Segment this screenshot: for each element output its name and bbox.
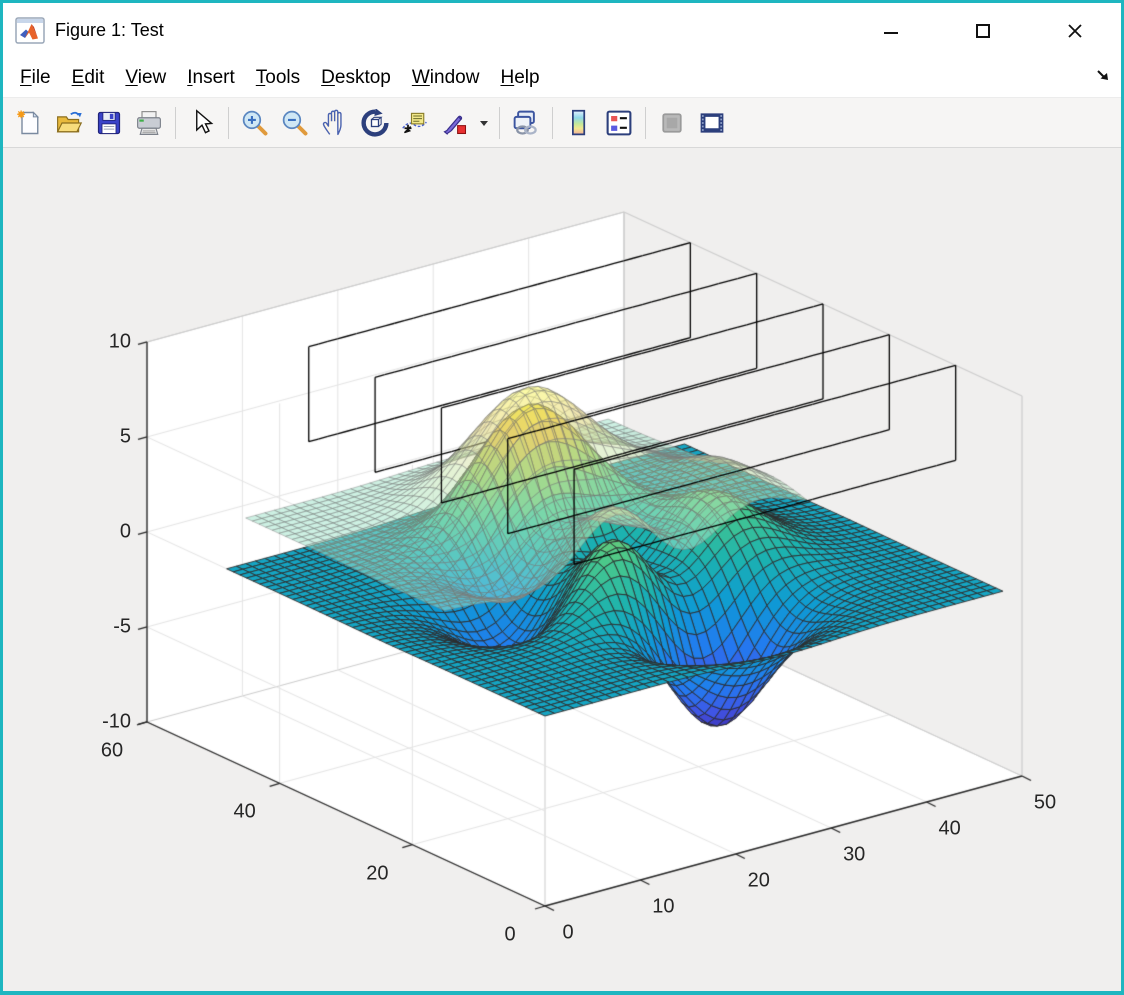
new-figure-icon xyxy=(15,109,43,137)
minimize-button[interactable] xyxy=(845,3,937,58)
y-tick-label: 20 xyxy=(366,862,388,885)
edit-plot-icon xyxy=(188,109,216,137)
insert-legend-icon xyxy=(605,109,633,137)
insert-colorbar-button[interactable] xyxy=(559,102,599,144)
x-tick-label: 10 xyxy=(652,896,674,919)
z-tick-label: -5 xyxy=(113,615,131,638)
figure-toolbar xyxy=(3,98,1121,148)
dock-figure-icon[interactable] xyxy=(1095,66,1111,82)
toolbar-separator xyxy=(645,107,646,139)
toolbar-separator xyxy=(552,107,553,139)
data-cursor-icon xyxy=(401,109,429,137)
z-tick-label: -10 xyxy=(102,710,131,733)
print-figure-icon xyxy=(135,109,163,137)
hide-plot-tools-button xyxy=(652,102,692,144)
x-tick-label: 30 xyxy=(843,844,865,867)
figure-window: Figure 1: Test File Edit View Insert Tools De… xyxy=(0,0,1124,995)
minimize-icon xyxy=(884,32,898,34)
x-tick-label: 50 xyxy=(1034,792,1056,815)
z-tick-label: 0 xyxy=(120,520,131,543)
pan-button[interactable] xyxy=(315,102,355,144)
plot-canvas[interactable] xyxy=(3,148,1121,995)
open-file-icon xyxy=(55,109,83,137)
brush-dropdown-button[interactable] xyxy=(475,102,493,144)
title-bar[interactable]: Figure 1: Test xyxy=(3,3,1121,58)
menu-item-file[interactable]: File xyxy=(17,65,54,91)
data-cursor-button[interactable] xyxy=(395,102,435,144)
link-plot-icon xyxy=(512,109,540,137)
menu-item-view[interactable]: View xyxy=(122,65,169,91)
zoom-out-icon xyxy=(281,109,309,137)
maximize-icon xyxy=(976,24,990,38)
toolbar-separator xyxy=(175,107,176,139)
insert-colorbar-icon xyxy=(565,109,593,137)
link-plot-button[interactable] xyxy=(506,102,546,144)
x-tick-label: 20 xyxy=(748,870,770,893)
menu-item-help[interactable]: Help xyxy=(497,65,542,91)
zoom-in-button[interactable] xyxy=(235,102,275,144)
plot-area: 0 10 20 30 40 50 0 20 40 60 -10 -5 0 5 10 xyxy=(3,148,1121,995)
hide-plot-tools-icon xyxy=(658,109,686,137)
window-controls xyxy=(845,3,1121,58)
close-icon xyxy=(1067,23,1083,39)
zoom-out-button[interactable] xyxy=(275,102,315,144)
pan-icon xyxy=(321,109,349,137)
menu-item-window[interactable]: Window xyxy=(409,65,483,91)
show-plot-tools-button[interactable] xyxy=(692,102,732,144)
brush-data-icon xyxy=(441,109,469,137)
y-tick-label: 60 xyxy=(101,739,123,762)
zoom-in-icon xyxy=(241,109,269,137)
insert-legend-button[interactable] xyxy=(599,102,639,144)
y-tick-label: 0 xyxy=(504,924,515,947)
z-tick-label: 5 xyxy=(120,425,131,448)
show-plot-tools-icon xyxy=(698,109,726,137)
open-file-button[interactable] xyxy=(49,102,89,144)
save-figure-icon xyxy=(95,109,123,137)
menu-item-desktop[interactable]: Desktop xyxy=(318,65,394,91)
edit-plot-button[interactable] xyxy=(182,102,222,144)
rotate-3d-icon xyxy=(361,109,389,137)
window-title: Figure 1: Test xyxy=(55,20,164,41)
new-figure-button[interactable] xyxy=(9,102,49,144)
brush-dropdown-icon xyxy=(478,117,490,129)
maximize-button[interactable] xyxy=(937,3,1029,58)
menu-item-insert[interactable]: Insert xyxy=(184,65,238,91)
x-tick-label: 40 xyxy=(938,818,960,841)
close-button[interactable] xyxy=(1029,3,1121,58)
z-tick-label: 10 xyxy=(109,330,131,353)
y-tick-label: 40 xyxy=(234,801,256,824)
toolbar-separator xyxy=(499,107,500,139)
menu-bar: File Edit View Insert Tools Desktop Window Help xyxy=(3,58,1121,98)
brush-data-button[interactable] xyxy=(435,102,475,144)
menu-item-edit[interactable]: Edit xyxy=(69,65,108,91)
x-tick-label: 0 xyxy=(562,922,573,945)
matlab-icon xyxy=(14,17,46,45)
save-figure-button[interactable] xyxy=(89,102,129,144)
print-figure-button[interactable] xyxy=(129,102,169,144)
menu-item-tools[interactable]: Tools xyxy=(253,65,303,91)
rotate-3d-button[interactable] xyxy=(355,102,395,144)
toolbar-separator xyxy=(228,107,229,139)
